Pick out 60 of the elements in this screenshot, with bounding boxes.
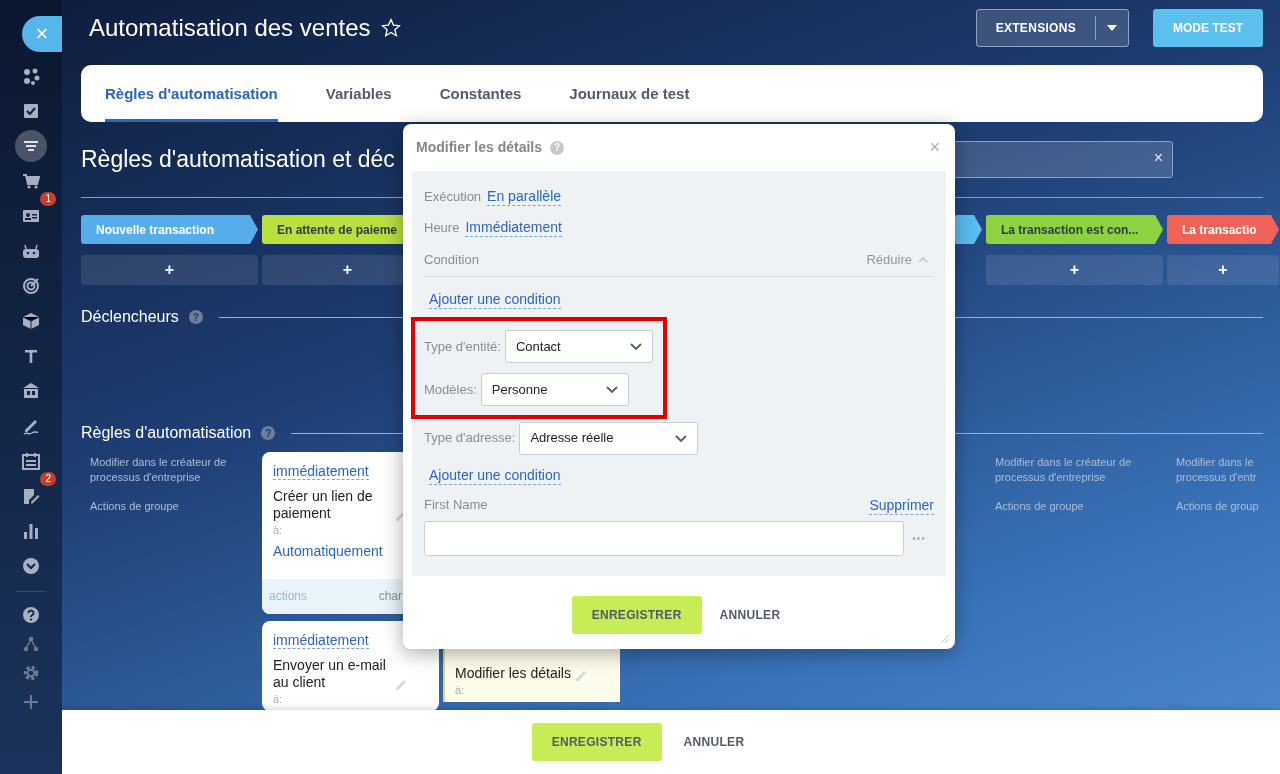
link[interactable]: processus d'entr: [1167, 470, 1279, 485]
help-icon[interactable]: ?: [188, 310, 203, 324]
link[interactable]: Modifier dans le: [1167, 455, 1279, 470]
select-field[interactable]: Contact: [504, 330, 653, 363]
add-button[interactable]: +: [1167, 255, 1279, 285]
card-footer-text: char: [378, 588, 402, 605]
recipient-label: à:: [273, 523, 284, 538]
tab[interactable]: Variables: [325, 65, 392, 122]
card-footer-text: actions: [269, 588, 308, 605]
section-heading: Règles d'automatisation: [81, 423, 252, 443]
select-field[interactable]: Adresse réelle: [519, 421, 699, 455]
condition-label: Modèles:: [424, 380, 477, 399]
section-heading: Déclencheurs: [81, 307, 179, 327]
remove-link[interactable]: Supprimer: [869, 496, 934, 515]
rule-card[interactable]: immédiatement Envoyer un e-mail au client à:: [262, 620, 439, 711]
link[interactable]: Modifier dans le créateur de processus d'entreprise: [986, 455, 1163, 485]
add-button[interactable]: +: [81, 255, 258, 285]
cancel-button[interactable]: ANNULER: [713, 595, 787, 634]
link[interactable]: Actions de group: [1167, 499, 1279, 514]
select-field[interactable]: Personne: [480, 373, 629, 406]
tab[interactable]: Règles d'automatisation: [105, 65, 278, 122]
dialog-title: Modifier les détails: [416, 138, 543, 157]
tab[interactable]: Constantes: [439, 65, 522, 122]
recipient-label: à:: [455, 682, 466, 698]
rule-name: Modifier les détails: [455, 664, 571, 682]
condition-label: Type d'adresse:: [424, 429, 516, 448]
add-button[interactable]: +: [986, 255, 1163, 285]
add-button[interactable]: +: [262, 255, 403, 285]
notification-badge: 1: [40, 192, 56, 206]
timing-link[interactable]: immédiatement: [273, 463, 369, 480]
help-icon[interactable]: ?: [261, 426, 276, 440]
setting-link[interactable]: En parallèle: [487, 187, 562, 206]
notification-badge: 2: [40, 472, 56, 486]
link[interactable]: Modifier dans le créateur de processus d'entreprise: [81, 455, 258, 485]
recipient-link[interactable]: Automatiquement: [273, 542, 383, 559]
link[interactable]: Actions de groupe: [81, 499, 258, 514]
timing-link[interactable]: immédiatement: [273, 631, 369, 649]
add-condition-link[interactable]: Ajouter une condition: [429, 467, 561, 485]
stage-tab[interactable]: La transactio: [1167, 215, 1279, 244]
rule-name: Créer un lien de paiement: [273, 488, 374, 522]
link[interactable]: Actions de groupe: [986, 499, 1163, 514]
condition-label: Type d'entité:: [424, 337, 501, 356]
condition-label: Condition: [424, 250, 479, 269]
clear-icon[interactable]: ×: [1153, 148, 1163, 168]
recipient-label: à:: [273, 691, 284, 707]
save-button[interactable]: ENREGISTRER: [571, 595, 702, 634]
cancel-button[interactable]: ANNULER: [677, 732, 751, 752]
extensions-button[interactable]: EXTENSIONS: [975, 8, 1129, 47]
stage-tab[interactable]: La transaction est con...: [986, 215, 1163, 244]
page-title: Automatisation des ventes: [89, 12, 371, 43]
rule-name: Envoyer un e-mail au client: [273, 656, 387, 691]
add-condition-link[interactable]: Ajouter une condition: [429, 291, 561, 309]
collapse-button[interactable]: Réduire: [860, 248, 934, 271]
stage-tab[interactable]: En attente de paieme: [262, 215, 403, 244]
tab[interactable]: Journaux de test: [569, 65, 690, 122]
section-title: Règles d'automatisation et déc: [81, 145, 395, 175]
save-button[interactable]: ENREGISTRER: [531, 723, 662, 761]
setting-label: Heure: [424, 218, 460, 237]
setting-link[interactable]: Immédiatement: [465, 218, 562, 237]
setting-label: Exécution: [424, 187, 482, 206]
